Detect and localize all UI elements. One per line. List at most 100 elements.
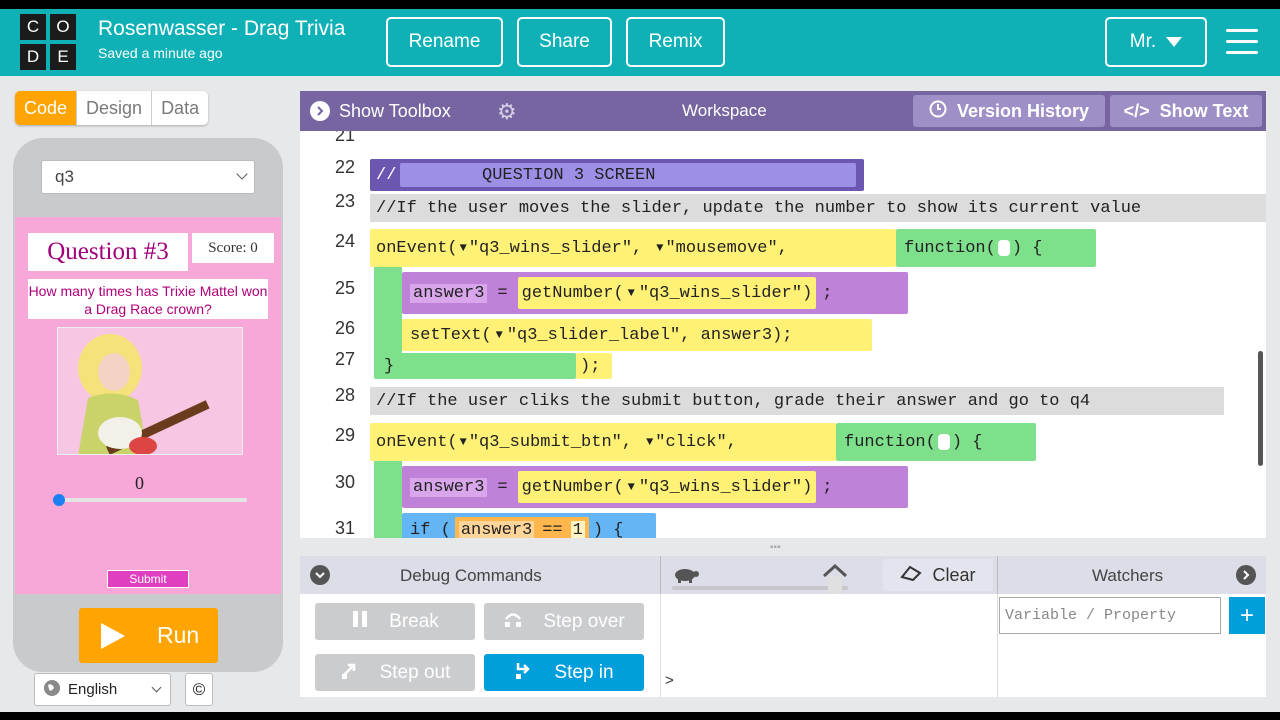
dropdown-triangle-icon: ▼ bbox=[646, 435, 654, 449]
copyright-button[interactable]: © bbox=[185, 673, 213, 706]
add-watch-button[interactable]: + bbox=[1229, 597, 1265, 634]
user-menu-button[interactable]: Mr. bbox=[1105, 17, 1207, 67]
assign-block[interactable]: answer3 = getNumber( ▼ "q3_wins_slider")… bbox=[402, 466, 908, 508]
workspace-scrollbar[interactable] bbox=[1258, 351, 1263, 466]
show-text-button[interactable]: </> Show Text bbox=[1110, 95, 1262, 127]
slider-value-label: 0 bbox=[135, 473, 144, 493]
screen-select[interactable]: q3 bbox=[41, 160, 255, 194]
code-block-comment[interactable]: // QUESTION 3 SCREEN bbox=[370, 159, 864, 191]
run-label: Run bbox=[157, 622, 200, 648]
getnumber-keyword: getNumber( bbox=[521, 477, 624, 497]
version-history-label: Version History bbox=[956, 100, 1090, 121]
code-block-comment[interactable]: //If the user moves the slider, update t… bbox=[370, 194, 1266, 222]
collapse-debug-icon[interactable] bbox=[310, 565, 330, 585]
score-label: Score: 0 bbox=[192, 233, 274, 263]
step-out-icon bbox=[340, 661, 360, 685]
onevent-arg-id[interactable]: "q3_wins_slider", bbox=[469, 239, 642, 258]
line-number: 30 bbox=[334, 472, 355, 492]
language-select[interactable]: English bbox=[34, 673, 171, 706]
comparison-block[interactable]: answer3 == 1 bbox=[454, 517, 589, 539]
logo-letter: O bbox=[50, 14, 76, 40]
workspace-title: Workspace bbox=[682, 101, 767, 120]
dropdown-triangle-icon: ▼ bbox=[495, 328, 503, 342]
getnumber-block[interactable]: getNumber( ▼ "q3_wins_slider") bbox=[517, 471, 817, 503]
eraser-icon bbox=[900, 565, 923, 586]
line-number: 28 bbox=[334, 385, 355, 405]
top-header: C O D E Rosenwasser - Drag Trivia Saved … bbox=[0, 9, 1280, 76]
getnumber-block[interactable]: getNumber( ▼ "q3_wins_slider") bbox=[517, 277, 817, 309]
if-brace: ) { bbox=[592, 520, 624, 539]
wins-slider-track[interactable] bbox=[57, 498, 247, 502]
tab-design[interactable]: Design bbox=[77, 91, 153, 125]
rename-button[interactable]: Rename bbox=[386, 17, 503, 67]
line-number: 22 bbox=[334, 157, 355, 177]
app-preview-screen: Question #3 Score: 0 How many times has … bbox=[15, 217, 281, 594]
debug-commands-title: Debug Commands bbox=[400, 566, 542, 585]
version-history-button[interactable]: Version History bbox=[913, 95, 1105, 127]
if-block[interactable]: if ( answer3 == 1 ) { bbox=[402, 513, 656, 538]
tab-data[interactable]: Data bbox=[152, 91, 209, 125]
run-button[interactable]: Run bbox=[79, 608, 218, 663]
divider bbox=[997, 594, 998, 697]
function-block[interactable]: function( ) { bbox=[896, 229, 1096, 267]
onevent-keyword: onEvent( bbox=[376, 238, 458, 258]
assign-block[interactable]: answer3 = getNumber( ▼ "q3_wins_slider")… bbox=[402, 272, 908, 314]
play-icon bbox=[101, 622, 125, 649]
onevent-arg-event[interactable]: "click", bbox=[655, 433, 737, 452]
function-close: } bbox=[374, 353, 576, 379]
getnumber-arg[interactable]: "q3_wins_slider") bbox=[639, 478, 812, 497]
settext-keyword: setText( bbox=[410, 325, 492, 345]
line-number: 26 bbox=[334, 318, 355, 338]
watch-variable-input[interactable]: Variable / Property bbox=[999, 597, 1221, 634]
hamburger-menu-icon[interactable] bbox=[1226, 29, 1258, 57]
step-over-button[interactable]: Step over bbox=[484, 603, 644, 640]
variable-name[interactable]: answer3 bbox=[410, 283, 488, 303]
workspace-header: Show Toolbox ⚙ Workspace Version History… bbox=[300, 91, 1266, 131]
getnumber-keyword: getNumber( bbox=[521, 283, 624, 303]
variable-name[interactable]: answer3 bbox=[410, 477, 488, 497]
getnumber-arg[interactable]: "q3_wins_slider") bbox=[639, 284, 812, 303]
resize-handle[interactable]: ▪▪▪ bbox=[770, 542, 781, 553]
copyright-icon: © bbox=[192, 679, 206, 699]
code-icon: </> bbox=[1123, 100, 1150, 121]
caret-down-icon bbox=[1166, 37, 1183, 47]
settext-block[interactable]: setText( ▼ "q3_slider_label", answer3); bbox=[402, 319, 872, 351]
settext-args[interactable]: "q3_slider_label", answer3); bbox=[507, 326, 793, 345]
debug-header: Debug Commands Clear Watchers bbox=[300, 556, 1266, 594]
divider bbox=[997, 556, 998, 594]
break-button[interactable]: Break bbox=[315, 603, 475, 640]
collapse-watchers-icon[interactable] bbox=[1236, 565, 1256, 585]
onevent-block[interactable]: onEvent( ▼ "q3_submit_btn", ▼ "click", bbox=[370, 423, 836, 461]
comparison-operator[interactable]: == bbox=[542, 521, 562, 539]
show-toolbox-label: Show Toolbox bbox=[339, 100, 451, 121]
onevent-block[interactable]: onEvent( ▼ "q3_wins_slider", ▼ "mousemov… bbox=[370, 229, 896, 267]
variable-name[interactable]: answer3 bbox=[458, 520, 535, 538]
code-org-logo[interactable]: C O D E bbox=[20, 14, 78, 72]
code-block-comment[interactable]: //If the user cliks the submit button, g… bbox=[370, 387, 1224, 415]
tab-code[interactable]: Code bbox=[15, 91, 78, 125]
param-slot[interactable] bbox=[997, 240, 1010, 256]
show-text-label: Show Text bbox=[1159, 100, 1249, 121]
dropdown-triangle-icon: ▼ bbox=[459, 241, 467, 255]
onevent-arg-id[interactable]: "q3_submit_btn", bbox=[469, 433, 632, 452]
clear-button[interactable]: Clear bbox=[883, 559, 993, 591]
break-label: Break bbox=[389, 610, 439, 632]
code-workspace[interactable]: 21 22 23 24 25 26 27 28 29 30 31 // QUES… bbox=[300, 131, 1266, 538]
logo-letter: C bbox=[20, 14, 46, 40]
step-out-button[interactable]: Step out bbox=[315, 654, 475, 691]
gear-icon[interactable]: ⚙ bbox=[497, 99, 517, 125]
show-toolbox-button[interactable]: Show Toolbox bbox=[310, 91, 451, 131]
share-button[interactable]: Share bbox=[517, 17, 612, 67]
function-brace: ) { bbox=[951, 432, 983, 452]
divider bbox=[660, 594, 661, 697]
function-block[interactable]: function( ) { bbox=[836, 423, 1036, 461]
logo-letter: D bbox=[20, 44, 46, 70]
submit-button[interactable]: Submit bbox=[107, 570, 189, 588]
wins-slider-handle[interactable] bbox=[53, 494, 65, 506]
console-prompt[interactable]: > bbox=[665, 672, 674, 689]
number-literal[interactable]: 1 bbox=[570, 520, 585, 538]
remix-button[interactable]: Remix bbox=[626, 17, 725, 67]
step-in-button[interactable]: Step in bbox=[484, 654, 644, 691]
onevent-arg-event[interactable]: "mousemove", bbox=[665, 239, 787, 258]
param-slot[interactable] bbox=[937, 434, 950, 450]
